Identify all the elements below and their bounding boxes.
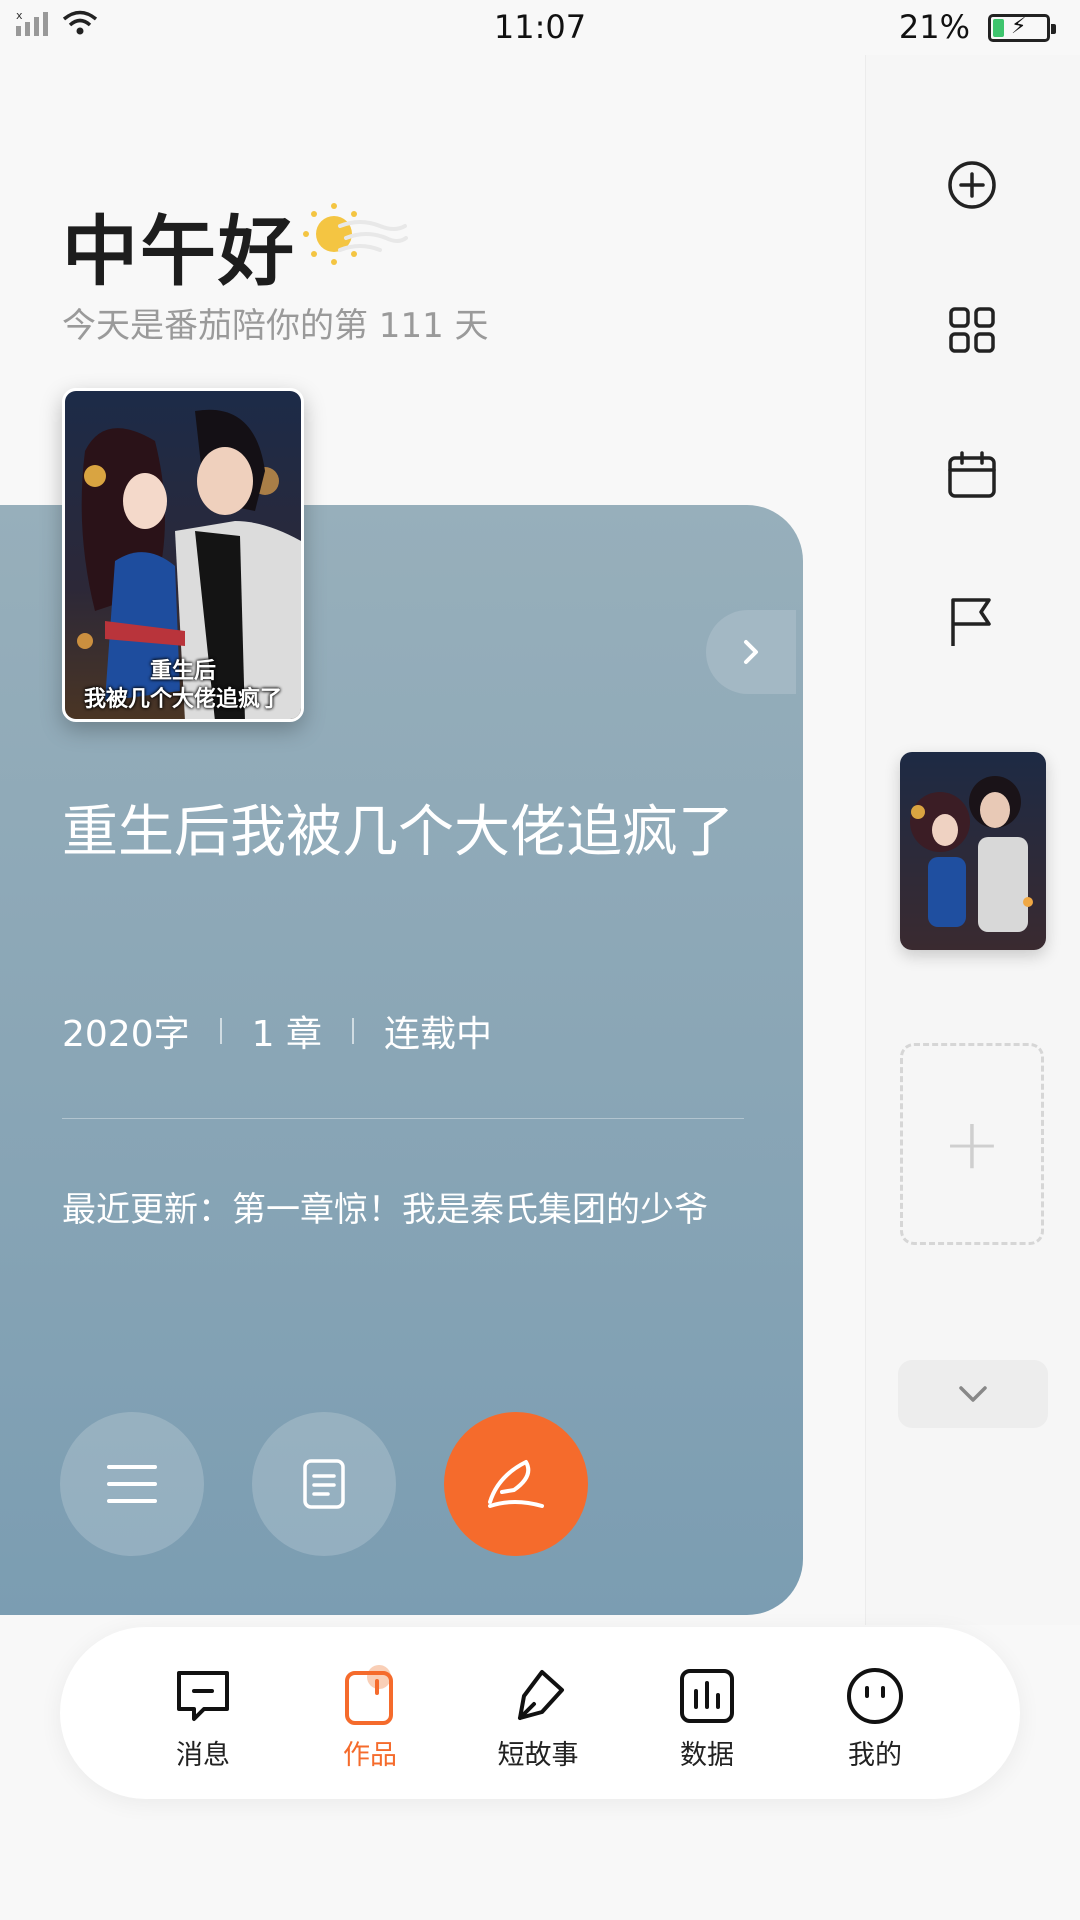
calendar-icon[interactable]: [942, 445, 1002, 505]
add-book-button[interactable]: +: [900, 1043, 1044, 1245]
message-icon: [177, 1671, 229, 1721]
chapter-menu-button[interactable]: [60, 1412, 204, 1556]
book-title: 重生后我被几个大佬追疯了: [62, 800, 734, 865]
divider: [351, 1018, 354, 1044]
grid-icon[interactable]: [942, 300, 1002, 360]
face-icon: [847, 1668, 903, 1724]
expand-more-button[interactable]: [898, 1360, 1048, 1428]
document-button[interactable]: [252, 1412, 396, 1556]
word-count: 2020字: [62, 1014, 190, 1055]
nav-item-works[interactable]: 作品: [310, 1665, 430, 1772]
charging-icon: ⚡: [1011, 14, 1027, 39]
book-detail-button[interactable]: [706, 610, 796, 694]
nav-label: 数据: [680, 1740, 734, 1771]
menu-icon: [107, 1465, 157, 1503]
chevron-right-icon: [744, 640, 758, 664]
write-button[interactable]: [444, 1412, 588, 1556]
battery-percent: 21%: [898, 8, 970, 46]
nav-label: 消息: [176, 1740, 230, 1771]
nav-item-short-stories[interactable]: 短故事: [478, 1665, 598, 1772]
bottom-nav: 消息 作品 短故事 数据 我的: [60, 1627, 1020, 1799]
greeting-subtitle: 今天是番茄陪你的第 111 天: [62, 306, 489, 346]
chapter-count: 1 章: [251, 1014, 322, 1055]
greeting-title: 中午好: [62, 207, 296, 296]
quill-icon: [488, 1460, 544, 1508]
nav-label: 我的: [848, 1740, 902, 1771]
add-circle-icon[interactable]: [942, 155, 1002, 215]
book-meta: 2020字 1 章 连载中: [62, 1005, 492, 1057]
flag-icon[interactable]: [942, 592, 1002, 652]
cover-title: 重生后 我被几个大佬追疯了: [65, 657, 301, 713]
rail-book-thumbnail[interactable]: [900, 752, 1046, 950]
latest-update: 最近更新：第一章惊！我是秦氏集团的少爷: [62, 1190, 708, 1230]
status-bar: x 11:07 21% ⚡: [0, 0, 1080, 56]
nav-item-messages[interactable]: 消息: [143, 1665, 263, 1772]
divider: [219, 1018, 222, 1044]
document-icon: [303, 1459, 345, 1509]
card-divider: [62, 1118, 744, 1119]
chart-icon: [680, 1669, 734, 1723]
battery-icon: ⚡: [988, 14, 1056, 42]
works-icon: [345, 1665, 393, 1725]
battery-fill: [993, 19, 1004, 37]
cover-title-line2: 我被几个大佬追疯了: [83, 686, 282, 712]
nav-item-data[interactable]: 数据: [647, 1665, 767, 1772]
cover-title-line1: 重生后: [149, 658, 216, 684]
book-status: 连载中: [383, 1014, 492, 1055]
chevron-down-icon: [959, 1386, 987, 1402]
sun-icon: [303, 203, 408, 265]
nav-item-me[interactable]: 我的: [815, 1665, 935, 1772]
pen-icon: [518, 1670, 564, 1720]
book-cover[interactable]: 重生后 我被几个大佬追疯了: [62, 388, 304, 722]
nav-label: 短故事: [497, 1740, 579, 1771]
nav-label: 作品: [343, 1740, 397, 1771]
